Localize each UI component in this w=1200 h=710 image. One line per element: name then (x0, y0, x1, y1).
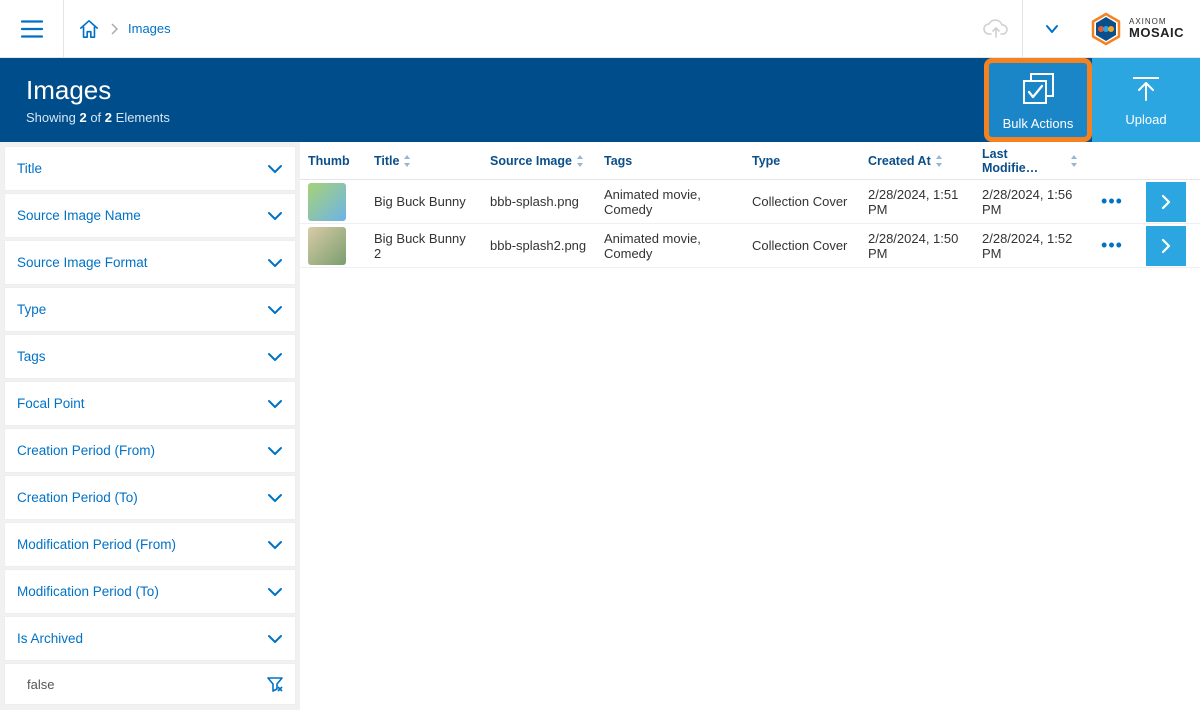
sort-icon (935, 155, 943, 167)
cell-created: 2/28/2024, 1:50 PM (860, 231, 974, 261)
upload-icon (1129, 74, 1163, 104)
data-table: Thumb Title Source Image Tags Type Creat… (300, 142, 1200, 710)
cell-source: bbb-splash.png (482, 194, 596, 209)
column-header-thumb[interactable]: Thumb (300, 154, 366, 168)
chevron-down-icon (267, 540, 283, 550)
filter-label: Source Image Name (17, 208, 141, 223)
menu-button[interactable] (0, 0, 64, 57)
cell-type: Collection Cover (744, 238, 860, 253)
sort-icon (576, 155, 584, 167)
clear-filter-icon[interactable] (267, 676, 283, 692)
chevron-right-icon (1160, 237, 1172, 255)
chevron-down-icon (267, 352, 283, 362)
row-actions-menu[interactable]: ••• (1086, 191, 1138, 212)
filter-item[interactable]: Creation Period (From) (4, 428, 296, 473)
filter-item[interactable]: Type (4, 287, 296, 332)
chevron-down-icon (267, 493, 283, 503)
row-open-button[interactable] (1146, 182, 1186, 222)
filter-sidebar: Title Source Image Name Source Image Forma… (0, 142, 300, 710)
top-bar: Images AXINOM MOSAIC (0, 0, 1200, 58)
filter-item[interactable]: Modification Period (To) (4, 569, 296, 614)
cell-created: 2/28/2024, 1:51 PM (860, 187, 974, 217)
home-icon (78, 19, 100, 39)
cloud-upload-button[interactable] (970, 19, 1022, 39)
upload-button[interactable]: Upload (1092, 58, 1200, 142)
thumbnail-image (308, 183, 346, 221)
cell-tags: Animated movie, Comedy (596, 187, 744, 217)
chevron-down-icon (1045, 24, 1059, 34)
filter-item[interactable]: Is Archived (4, 616, 296, 661)
column-header-tags[interactable]: Tags (596, 154, 744, 168)
row-actions-menu[interactable]: ••• (1086, 235, 1138, 256)
sort-icon (403, 155, 411, 167)
column-header-title[interactable]: Title (366, 154, 482, 168)
filter-label: Tags (17, 349, 46, 364)
page-title: Images (26, 75, 170, 106)
column-header-type[interactable]: Type (744, 154, 860, 168)
chevron-down-icon (267, 587, 283, 597)
filter-item[interactable]: Title (4, 146, 296, 191)
breadcrumb-current[interactable]: Images (128, 21, 171, 36)
filter-label: Modification Period (To) (17, 584, 159, 599)
filter-item[interactable]: Focal Point (4, 381, 296, 426)
filter-item[interactable]: Source Image Format (4, 240, 296, 285)
filter-label: Modification Period (From) (17, 537, 176, 552)
bulk-actions-icon (1019, 70, 1057, 108)
filter-label: Type (17, 302, 46, 317)
row-open-button[interactable] (1146, 226, 1186, 266)
table-row[interactable]: Big Buck Bunny 2bbb-splash2.pngAnimated … (300, 224, 1200, 268)
page-subtitle: Showing 2 of 2 Elements (26, 110, 170, 125)
chevron-down-icon (267, 211, 283, 221)
chevron-down-icon (267, 258, 283, 268)
cell-type: Collection Cover (744, 194, 860, 209)
table-row[interactable]: Big Buck Bunnybbb-splash.pngAnimated mov… (300, 180, 1200, 224)
filter-label: Is Archived (17, 631, 83, 646)
chevron-down-icon (267, 399, 283, 409)
filter-label: Source Image Format (17, 255, 148, 270)
table-header-row: Thumb Title Source Image Tags Type Creat… (300, 142, 1200, 180)
column-header-modified[interactable]: Last Modifie… (974, 147, 1086, 175)
cell-title: Big Buck Bunny (366, 194, 482, 209)
chevron-down-icon (267, 305, 283, 315)
filter-item[interactable]: Tags (4, 334, 296, 379)
filter-applied-value[interactable]: false (4, 663, 296, 705)
chevron-down-icon (267, 446, 283, 456)
sort-icon (1070, 155, 1078, 167)
filter-item[interactable]: Modification Period (From) (4, 522, 296, 567)
thumbnail-image (308, 227, 346, 265)
bulk-actions-button[interactable]: Bulk Actions (984, 58, 1092, 142)
filter-item[interactable]: Creation Period (To) (4, 475, 296, 520)
chevron-down-icon (267, 634, 283, 644)
home-button[interactable] (78, 19, 100, 39)
filter-label: Creation Period (From) (17, 443, 155, 458)
filter-label: Focal Point (17, 396, 85, 411)
chevron-right-icon (1160, 193, 1172, 211)
cloud-upload-icon (983, 19, 1009, 39)
column-header-created[interactable]: Created At (860, 154, 974, 168)
filter-label: Creation Period (To) (17, 490, 138, 505)
filter-item[interactable]: Source Image Name (4, 193, 296, 238)
cell-tags: Animated movie, Comedy (596, 231, 744, 261)
logo-text-large: MOSAIC (1129, 26, 1184, 39)
cell-title: Big Buck Bunny 2 (366, 231, 482, 261)
chevron-down-icon (267, 164, 283, 174)
filter-label: Title (17, 161, 42, 176)
breadcrumb-separator (110, 23, 118, 35)
cell-modified: 2/28/2024, 1:56 PM (974, 187, 1086, 217)
chevron-right-icon (110, 23, 118, 35)
logo-mark-icon (1089, 12, 1123, 46)
hamburger-icon (21, 20, 43, 38)
brand-logo: AXINOM MOSAIC (1081, 12, 1200, 46)
page-header: Images Showing 2 of 2 Elements Bulk Acti… (0, 58, 1200, 142)
user-menu-toggle[interactable] (1023, 24, 1081, 34)
cell-source: bbb-splash2.png (482, 238, 596, 253)
cell-modified: 2/28/2024, 1:52 PM (974, 231, 1086, 261)
column-header-source[interactable]: Source Image (482, 154, 596, 168)
